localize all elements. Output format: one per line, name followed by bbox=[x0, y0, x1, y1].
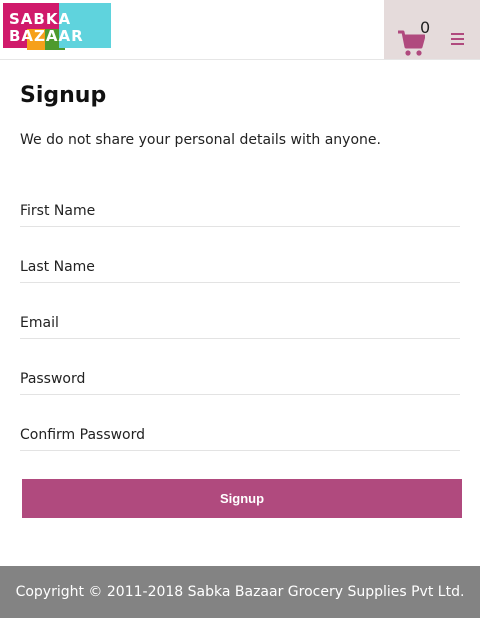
cart-button[interactable]: 0 bbox=[384, 0, 480, 59]
logo-text-line2: BAZAAR bbox=[9, 27, 84, 45]
copyright-text: Copyright © 2011-2018 Sabka Bazaar Groce… bbox=[15, 584, 465, 600]
password-field[interactable] bbox=[20, 363, 460, 395]
last-name-field[interactable] bbox=[20, 251, 460, 283]
hamburger-menu-icon[interactable] bbox=[451, 33, 465, 47]
signup-button[interactable]: Signup bbox=[22, 479, 462, 518]
page-title: Signup bbox=[20, 83, 107, 108]
page-subtitle: We do not share your personal details wi… bbox=[20, 132, 381, 148]
sabka-bazaar-logo[interactable]: SABKA BAZAAR bbox=[3, 3, 111, 50]
first-name-field[interactable] bbox=[20, 195, 460, 227]
logo-text-line1: SABKA bbox=[9, 10, 72, 28]
site-header: SABKA BAZAAR 0 bbox=[0, 0, 480, 60]
email-field[interactable] bbox=[20, 307, 460, 339]
cart-count-badge: 0 bbox=[420, 18, 431, 37]
confirm-password-field[interactable] bbox=[20, 419, 460, 451]
site-footer: Copyright © 2011-2018 Sabka Bazaar Groce… bbox=[0, 566, 480, 618]
